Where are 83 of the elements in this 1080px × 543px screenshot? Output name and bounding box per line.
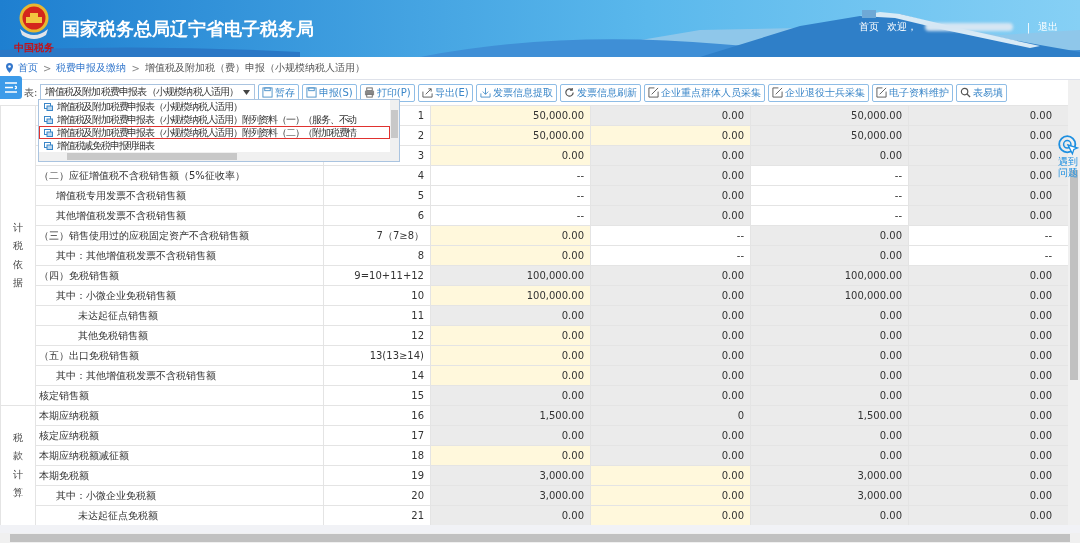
search-icon	[959, 87, 971, 98]
scrollbar[interactable]	[39, 152, 399, 161]
caret-icon	[242, 90, 250, 95]
breadcrumb-separator: >	[131, 62, 140, 74]
toolbar-button[interactable]: 表易填	[955, 83, 1007, 102]
row-label: 本期免税额	[39, 469, 89, 481]
save-icon	[261, 87, 273, 98]
toolbar-button[interactable]: 打印(P)	[359, 83, 415, 102]
breadcrumb-separator: >	[43, 62, 52, 74]
document-icon	[44, 128, 53, 137]
toolbar-button[interactable]: 电子资料维护	[871, 83, 953, 102]
scrollbar[interactable]	[1068, 80, 1080, 525]
row-number: 6	[323, 205, 431, 226]
menu-icon	[5, 82, 17, 93]
row-number: 18	[323, 445, 431, 466]
toolbar-button[interactable]: 企业退役士兵采集	[767, 83, 869, 102]
row-number: 16	[323, 405, 431, 426]
row-label: 其中：小微企业免税额	[56, 489, 156, 501]
row-label: 本期应纳税额	[39, 409, 99, 421]
edit-icon	[875, 87, 887, 98]
row-label: 其中：其他增值税发票不含税销售额	[56, 249, 216, 261]
download-tray-icon	[479, 87, 491, 98]
dropdown-option[interactable]: 增值税及附加税费申报表（小规模纳税人适用）附列资料（二）（附加税费情	[39, 126, 390, 139]
toolbar-button[interactable]: 企业重点群体人员采集	[643, 83, 765, 102]
input-field[interactable]: 50,000.00	[430, 105, 591, 126]
section-label: 计税依据	[13, 220, 23, 290]
row-number: 7（7≥8）	[323, 225, 431, 246]
table-cell: 0.00	[908, 105, 1068, 126]
row-label: 其中：其他增值税发票不含税销售额	[56, 369, 216, 381]
row-number: 8	[323, 245, 431, 266]
document-icon	[44, 115, 53, 124]
row-label: 其他免税销售额	[78, 329, 148, 341]
edit-icon	[647, 87, 659, 98]
scrollbar[interactable]	[390, 100, 399, 152]
toolbar-button[interactable]: 发票信息提取	[475, 83, 557, 102]
nav-link[interactable]: 首页	[858, 20, 879, 34]
breadcrumb-link[interactable]: 首页	[18, 61, 38, 75]
cursor-click-icon[interactable]	[1057, 134, 1079, 156]
report-label: 表:	[24, 85, 38, 100]
row-number: 12	[323, 325, 431, 346]
document-icon	[44, 102, 53, 111]
row-label: 核定销售额	[39, 389, 89, 401]
row-label: 未达起征点免税额	[78, 509, 158, 521]
row-number: 9=10+11+12	[323, 265, 431, 286]
export-icon	[421, 87, 433, 98]
nav-separator: |	[1026, 21, 1030, 33]
table-cell: 0.00	[590, 105, 751, 126]
toolbar-button[interactable]: 导出(E)	[417, 83, 473, 102]
row-number: 13(13≥14)	[323, 345, 431, 366]
row-label: （三）销售使用过的应税固定资产不含税销售额	[39, 229, 249, 241]
row-label: 其他增值税发票不含税销售额	[56, 209, 186, 221]
greeting: 欢迎，	[886, 20, 917, 34]
refresh-icon	[563, 87, 575, 98]
row-label: 核定应纳税额	[39, 429, 99, 441]
row-number: 19	[323, 465, 431, 486]
edit-icon	[771, 87, 783, 98]
row-label: （五）出口免税销售额	[39, 349, 139, 361]
row-label: （二）应征增值税不含税销售额（5%征收率）	[39, 169, 245, 181]
row-label: 未达起征点销售额	[78, 309, 158, 321]
location-pin-icon	[6, 63, 13, 73]
toolbar-button[interactable]: 发票信息刷新	[559, 83, 641, 102]
row-number: 4	[323, 165, 431, 186]
row-number: 5	[323, 185, 431, 206]
row-number: 11	[323, 305, 431, 326]
row-number: 14	[323, 365, 431, 386]
site-title: 国家税务总局辽宁省电子税务局	[62, 16, 314, 41]
row-number: 10	[323, 285, 431, 306]
row-number: 17	[323, 425, 431, 446]
section-label: 税款计算	[13, 430, 23, 500]
row-number: 15	[323, 385, 431, 406]
emblem-caption: 中国税务	[14, 40, 54, 55]
row-label: 其中：小微企业免税销售额	[56, 289, 176, 301]
menu-button[interactable]	[0, 76, 22, 99]
row-label: 本期应纳税额减征额	[39, 449, 129, 461]
save-icon	[305, 87, 317, 98]
row-label: （四）免税销售额	[39, 269, 119, 281]
table-cell: 50,000.00	[750, 105, 909, 126]
breadcrumb-current: 增值税及附加税（费）申报（小规模纳税人适用）	[144, 61, 365, 75]
row-number: 20	[323, 485, 431, 506]
breadcrumb-link[interactable]: 税费申报及缴纳	[56, 61, 127, 75]
scrollbar[interactable]	[0, 533, 1080, 543]
row-label: 增值税专用发票不含税销售额	[56, 189, 186, 201]
document-icon	[44, 141, 53, 150]
